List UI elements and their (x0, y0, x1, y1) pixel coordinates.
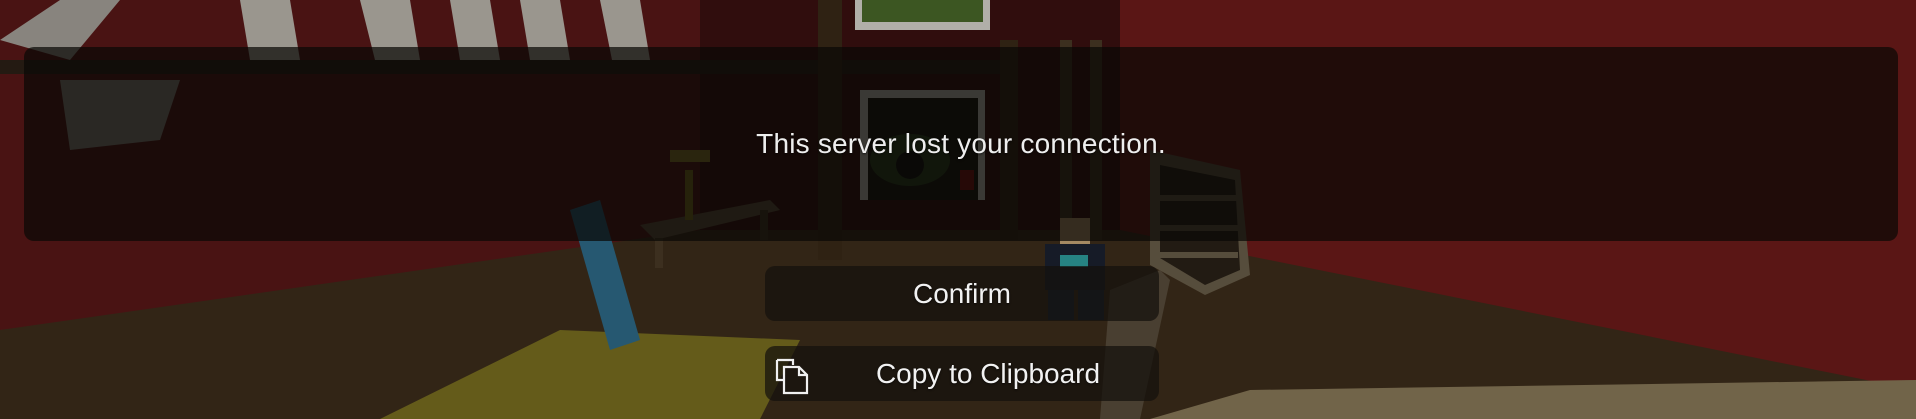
copy-button-label: Copy to Clipboard (875, 357, 1101, 389)
copy-to-clipboard-button[interactable]: Copy to Clipboard (765, 346, 1159, 401)
confirm-button[interactable]: Confirm (765, 266, 1159, 321)
disconnect-message: This server lost your connection. (756, 128, 1166, 159)
disconnect-message-panel: This server lost your connection. (24, 47, 1898, 241)
confirm-button-label: Confirm (912, 277, 1011, 309)
